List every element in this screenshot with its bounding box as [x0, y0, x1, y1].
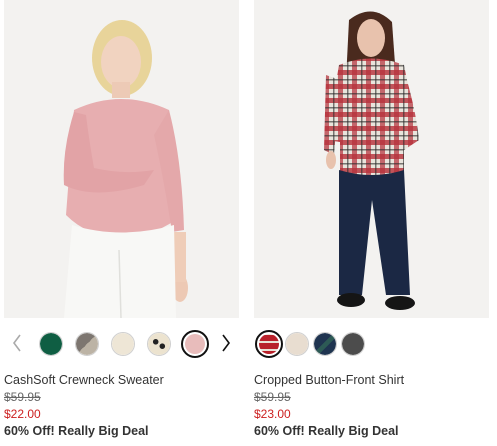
swatch-gray-tan[interactable] — [75, 332, 99, 356]
product-name[interactable]: Cropped Button-Front Shirt — [254, 373, 404, 387]
color-swatches — [4, 318, 239, 368]
product-name[interactable]: CashSoft Crewneck Sweater — [4, 373, 164, 387]
swatch-navy-plaid[interactable] — [313, 332, 337, 356]
promo-text: 60% Off! Really Big Deal — [4, 424, 149, 438]
swatch-red-plaid[interactable] — [255, 330, 283, 358]
prev-swatches-button[interactable] — [8, 333, 26, 353]
swatch-cream-dots[interactable] — [147, 332, 171, 356]
woman-in-plaid-shirt-photo — [254, 0, 489, 318]
swatch-charcoal[interactable] — [341, 332, 365, 356]
chevron-right-icon — [222, 334, 230, 352]
sale-price: $23.00 — [254, 407, 291, 421]
product-image-shirt[interactable] — [254, 0, 489, 318]
chevron-left-icon — [13, 334, 21, 352]
swatch-beige[interactable] — [285, 332, 309, 356]
color-swatches — [254, 318, 489, 368]
swatch-cream[interactable] — [111, 332, 135, 356]
swatch-green[interactable] — [39, 332, 63, 356]
woman-in-pink-sweater-photo — [4, 0, 239, 318]
product-image-sweater[interactable] — [4, 0, 239, 318]
next-swatches-button[interactable] — [217, 333, 235, 353]
sale-price: $22.00 — [4, 407, 41, 421]
swatch-pink[interactable] — [181, 330, 209, 358]
original-price: $59.95 — [254, 390, 291, 404]
product-card-shirt[interactable] — [254, 0, 489, 368]
promo-text: 60% Off! Really Big Deal — [254, 424, 399, 438]
product-card-sweater[interactable] — [4, 0, 239, 368]
original-price: $59.95 — [4, 390, 41, 404]
